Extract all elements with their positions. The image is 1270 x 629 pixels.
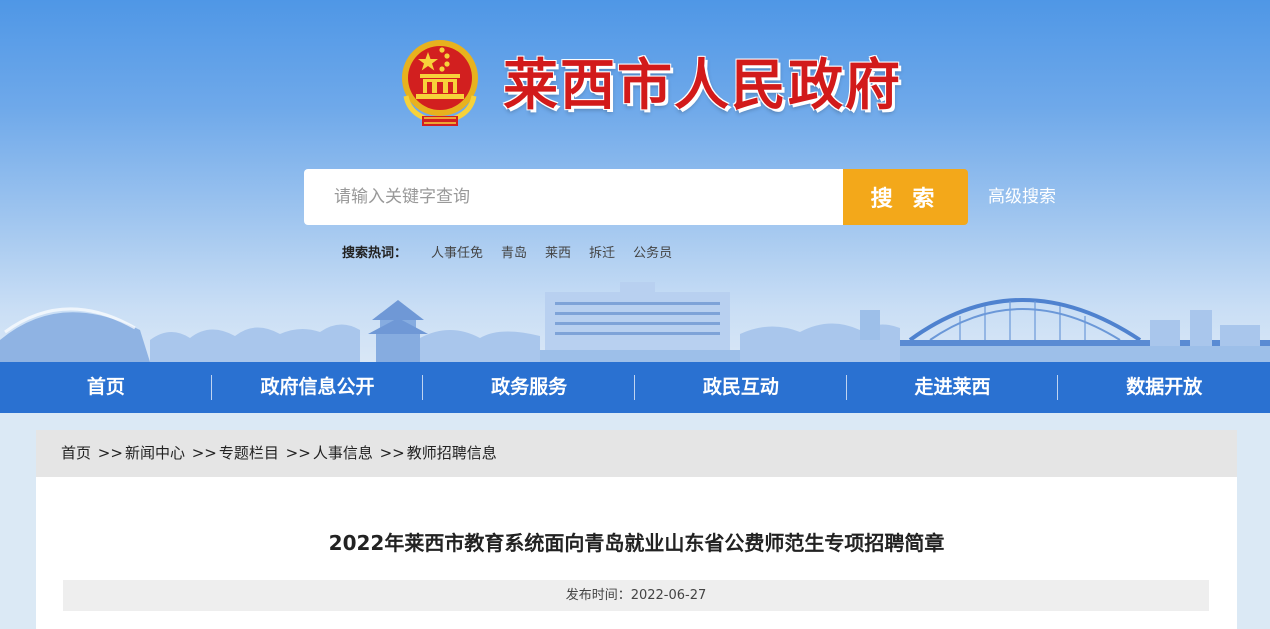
main-nav: 首页 政府信息公开 政务服务 政民互动 走进莱西 数据开放 (0, 362, 1270, 413)
search-input[interactable] (304, 169, 844, 225)
nav-item-services[interactable]: 政务服务 (423, 362, 636, 413)
hot-words-row: 搜索热词： 人事任免 青岛 莱西 拆迁 公务员 (342, 241, 690, 261)
nav-item-about[interactable]: 走进莱西 (847, 362, 1059, 413)
breadcrumb-separator: >> (285, 444, 311, 462)
hot-word-link[interactable]: 人事任免 (431, 242, 483, 261)
national-emblem-icon (402, 40, 478, 126)
breadcrumb-separator: >> (379, 444, 405, 462)
nav-item-label: 政民互动 (702, 376, 779, 398)
hot-word-link[interactable]: 拆迁 (589, 242, 615, 261)
publish-date: 2022-06-27 (630, 588, 707, 603)
nav-item-label: 政务服务 (491, 376, 568, 398)
breadcrumb-separator: >> (191, 444, 217, 462)
nav-item-home[interactable]: 首页 (0, 362, 212, 413)
advanced-search-link[interactable]: 高级搜索 (988, 184, 1056, 210)
breadcrumb-item[interactable]: 首页 (61, 444, 91, 462)
article-container: 首页 >> 新闻中心 >> 专题栏目 >> 人事信息 >> 教师招聘信息 2022年莱西… (36, 430, 1237, 629)
publish-info: 发布时间：2022-06-27 (63, 580, 1209, 611)
hot-word-link[interactable]: 莱西 (545, 242, 571, 261)
hot-word-link[interactable]: 青岛 (501, 242, 527, 261)
publish-label: 发布时间： (565, 588, 631, 603)
breadcrumb-item[interactable]: 新闻中心 (125, 444, 185, 462)
hot-word-link[interactable]: 公务员 (633, 242, 672, 261)
breadcrumb: 首页 >> 新闻中心 >> 专题栏目 >> 人事信息 >> 教师招聘信息 (36, 430, 1237, 477)
nav-item-label: 走进莱西 (914, 376, 991, 398)
nav-item-label: 政府信息公开 (260, 376, 375, 398)
nav-item-label: 数据开放 (1126, 376, 1203, 398)
breadcrumb-item[interactable]: 专题栏目 (219, 444, 279, 462)
breadcrumb-item[interactable]: 教师招聘信息 (407, 444, 497, 462)
nav-item-label: 首页 (86, 376, 125, 398)
nav-item-open-data[interactable]: 数据开放 (1058, 362, 1270, 413)
header-banner: 莱西市人民政府 搜 索 高级搜索 搜索热词： 人事任免 青岛 莱西 拆迁 公务员 (0, 0, 1270, 362)
nav-item-gov-info[interactable]: 政府信息公开 (212, 362, 424, 413)
breadcrumb-item[interactable]: 人事信息 (313, 444, 373, 462)
hot-words-label: 搜索热词： (342, 245, 408, 261)
nav-item-interaction[interactable]: 政民互动 (635, 362, 847, 413)
breadcrumb-separator: >> (97, 444, 123, 462)
site-title: 莱西市人民政府 (503, 53, 903, 117)
search-button[interactable]: 搜 索 (843, 169, 968, 225)
city-skyline-image (0, 282, 1270, 362)
article-title: 2022年莱西市教育系统面向青岛就业山东省公费师范生专项招聘简章 (328, 531, 945, 555)
